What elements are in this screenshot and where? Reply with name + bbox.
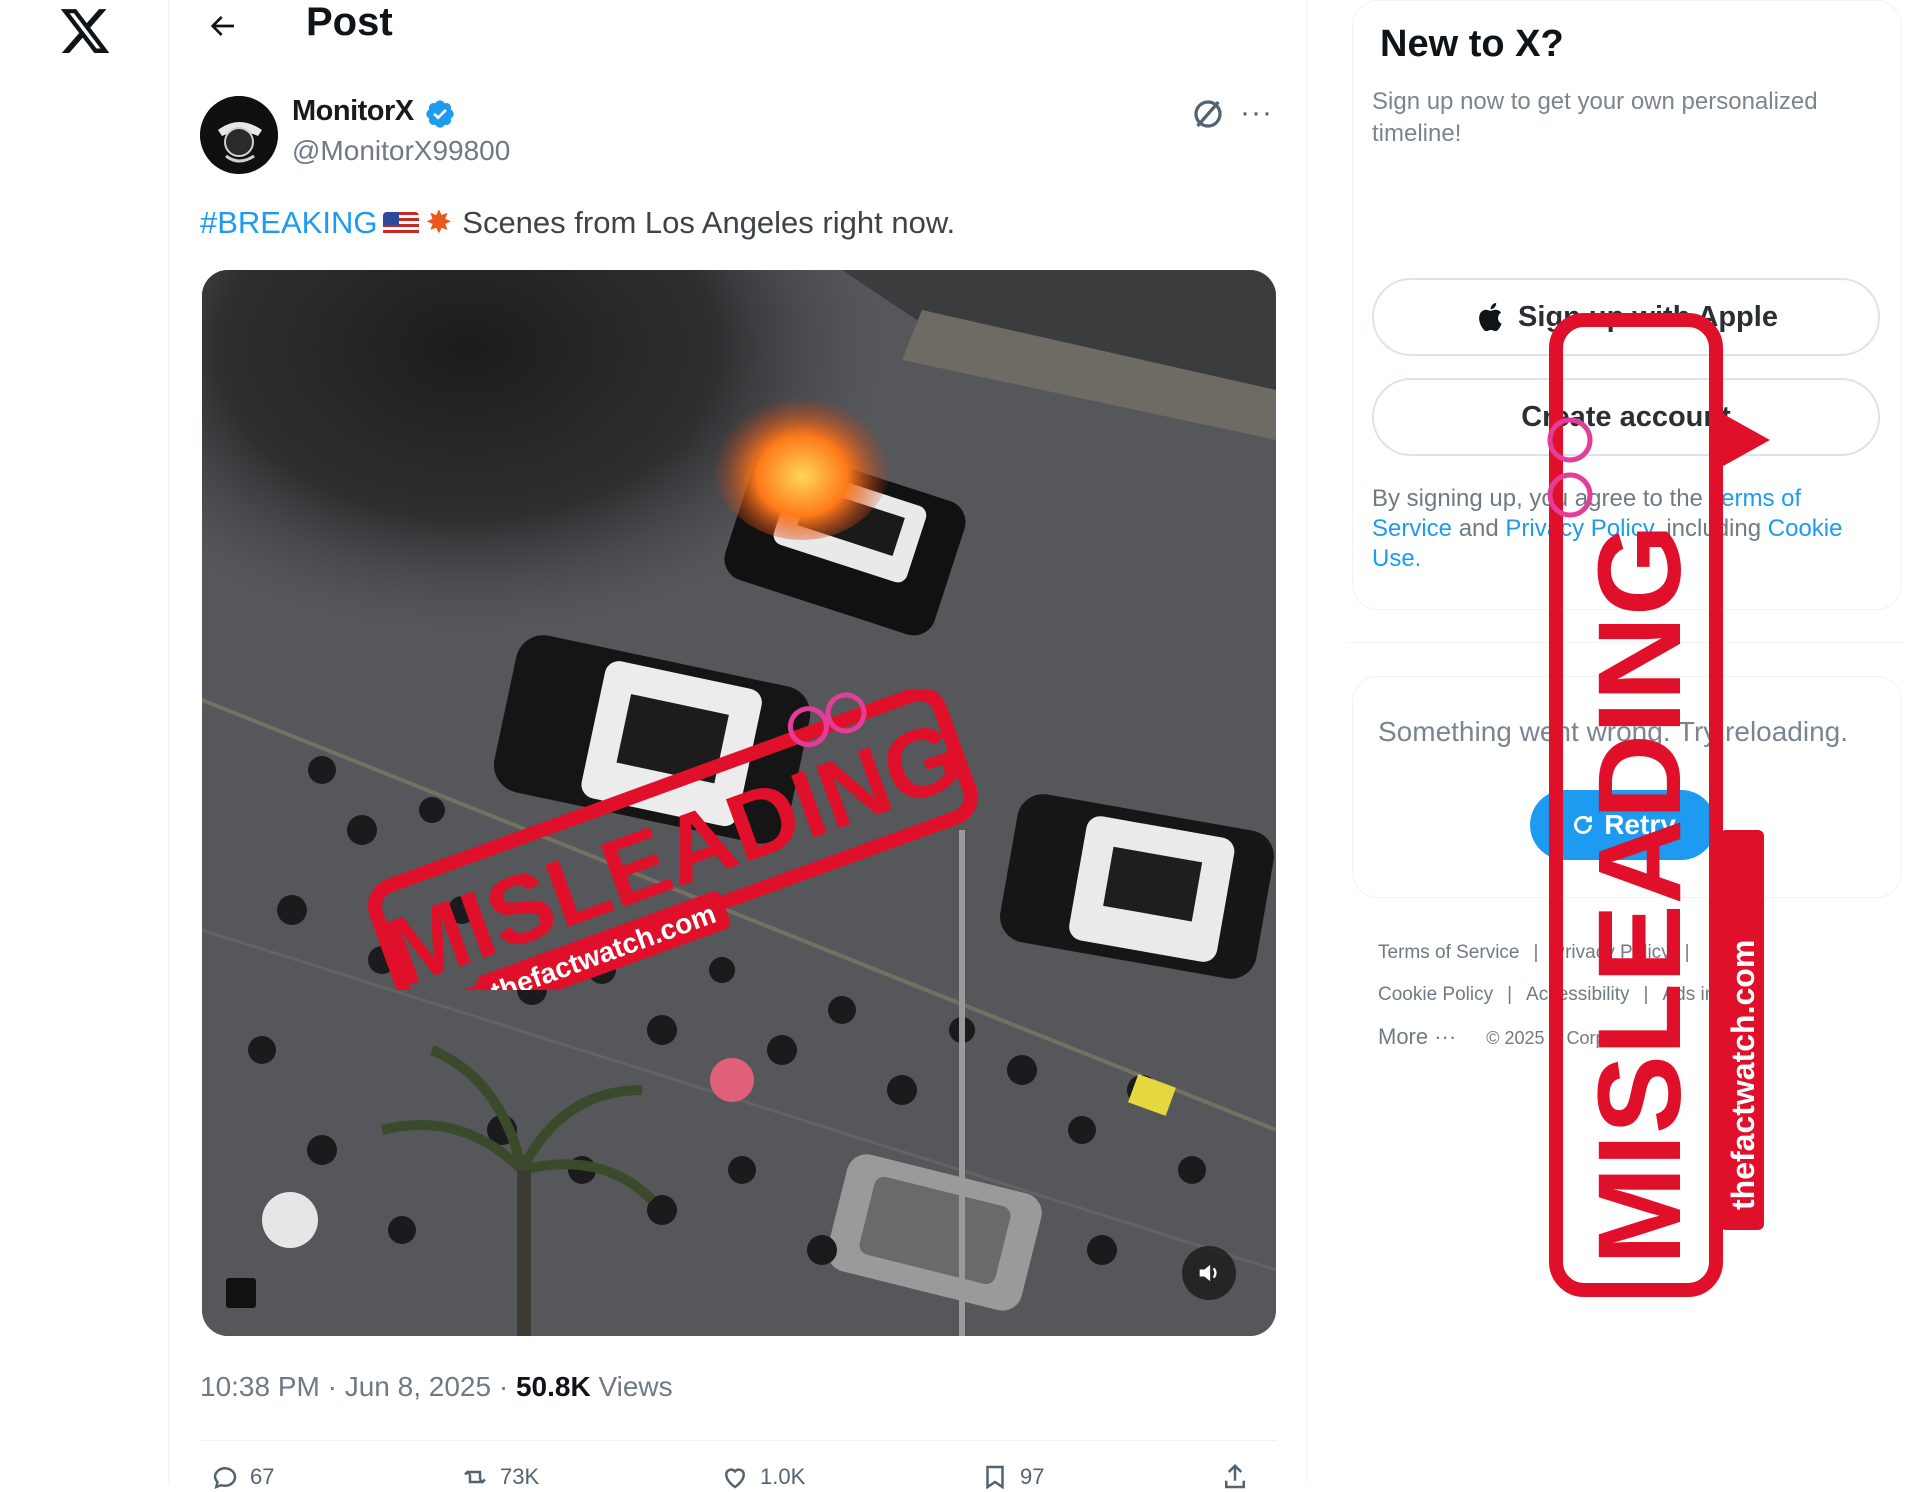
left-nav [0, 0, 168, 1483]
like-button[interactable]: 1.0K [720, 1462, 805, 1492]
stamp-site-vertical: thefactwatch.com [1725, 940, 1761, 1210]
video-settings-icon[interactable] [226, 1278, 256, 1308]
like-count: 1.0K [760, 1464, 806, 1489]
apple-icon [1479, 302, 1502, 332]
us-flag-icon [383, 212, 420, 236]
new-to-x-subtitle: Sign up now to get your own personalized… [1372, 88, 1818, 147]
mute-button[interactable] [1182, 1246, 1236, 1300]
divider [200, 1440, 1276, 1441]
stamp-label-vertical: MISLEADING [1574, 524, 1706, 1265]
verified-badge-icon [426, 100, 454, 128]
avatar-image [200, 96, 278, 174]
views-count: 50.8K [515, 1371, 591, 1402]
footer-more-link[interactable]: More ··· [1378, 1024, 1456, 1049]
hashtag-link[interactable]: #BREAKING [200, 205, 377, 240]
reply-button[interactable]: 67 [210, 1462, 274, 1492]
footer-cookie-link[interactable]: Cookie Policy [1378, 984, 1493, 1005]
grok-icon[interactable] [1190, 96, 1226, 132]
bookmark-button[interactable]: 97 [980, 1462, 1044, 1492]
tweet-text: #BREAKING ✸ Scenes from Los Angeles right … [200, 202, 955, 243]
repost-button[interactable]: 73K [460, 1462, 539, 1492]
bookmark-icon [986, 1465, 1004, 1490]
reply-count: 67 [250, 1464, 275, 1489]
repost-icon [464, 1470, 486, 1484]
share-button[interactable] [1220, 1462, 1250, 1492]
collision-emoji-icon: ✸ [425, 204, 453, 240]
tweet-meta: 10:38 PM · Jun 8, 2025 · 50.8K Views [200, 1370, 673, 1404]
page-title: Post [306, 0, 393, 44]
tweet-body: Scenes from Los Angeles right now. [462, 205, 956, 240]
tweet-timestamp[interactable]: 10:38 PM · Jun 8, 2025 · [200, 1371, 516, 1402]
arrow-left-icon [210, 16, 234, 36]
views-label: Views [590, 1371, 673, 1402]
column-divider [168, 0, 169, 1483]
speaker-icon [1199, 1264, 1217, 1282]
heart-icon [724, 1468, 746, 1489]
bookmark-count: 97 [1020, 1464, 1045, 1489]
footer-terms-link[interactable]: Terms of Service [1378, 942, 1519, 963]
legal-and: and [1452, 515, 1506, 542]
misleading-stamp-vertical: MISLEADING thefactwatch.com [1547, 313, 1770, 1297]
column-divider [1306, 0, 1307, 1483]
more-options-icon[interactable]: ··· [1240, 98, 1273, 128]
new-to-x-title: New to X? [1380, 23, 1564, 65]
back-button[interactable] [200, 4, 244, 48]
repost-count: 73K [500, 1464, 540, 1489]
author-handle[interactable]: @MonitorX99800 [292, 134, 510, 168]
misleading-stamp: MISLEADING thefactwatch.com [367, 690, 978, 990]
share-icon [1225, 1463, 1245, 1489]
avatar[interactable] [200, 96, 278, 174]
reply-icon [213, 1467, 237, 1490]
tweet-actions: 67 73K 1.0K 97 [200, 1462, 1276, 1492]
author-name[interactable]: MonitorX [292, 94, 414, 128]
x-logo-icon[interactable] [58, 4, 112, 58]
footer-separator: | [1507, 984, 1513, 1005]
